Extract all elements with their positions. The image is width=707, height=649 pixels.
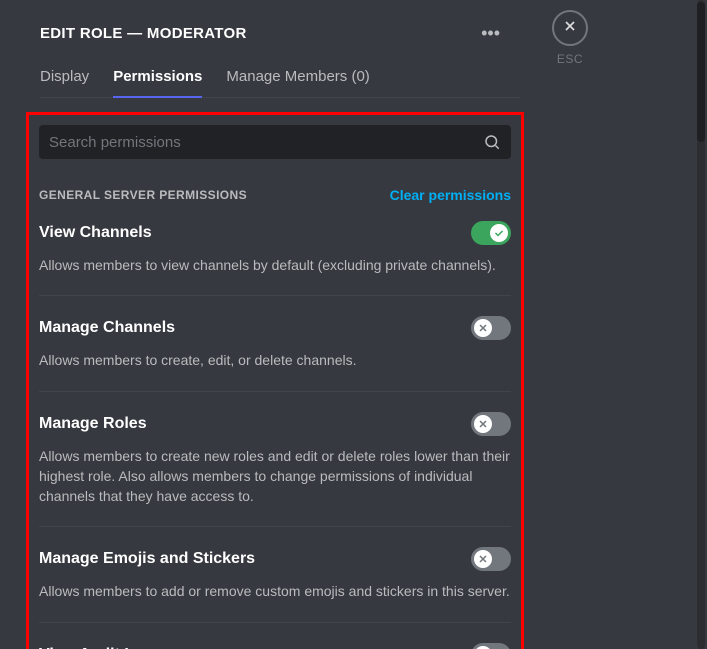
permission-title: Manage Channels: [39, 319, 175, 337]
tab-bar: Display Permissions Manage Members (0): [40, 68, 520, 98]
tab-display[interactable]: Display: [40, 68, 89, 97]
permission-title: View Channels: [39, 224, 152, 242]
scrollbar-thumb[interactable]: [697, 2, 705, 142]
esc-label: ESC: [557, 52, 583, 66]
permissions-panel: GENERAL SERVER PERMISSIONS Clear permiss…: [26, 112, 524, 649]
more-horizontal-icon: •••: [481, 23, 500, 43]
permission-row: Manage Emojis and Stickers Allows member…: [39, 547, 511, 622]
permission-toggle[interactable]: [471, 316, 511, 340]
clear-permissions-link[interactable]: Clear permissions: [390, 187, 511, 203]
check-icon: [490, 224, 508, 242]
permission-description: Allows members to create, edit, or delet…: [39, 350, 511, 370]
close-icon: [474, 415, 492, 433]
permission-toggle[interactable]: [471, 547, 511, 571]
permission-toggle[interactable]: [471, 412, 511, 436]
tab-manage-members[interactable]: Manage Members (0): [226, 68, 369, 97]
search-input[interactable]: [49, 134, 483, 151]
close-icon: [474, 550, 492, 568]
permission-toggle[interactable]: [471, 643, 511, 649]
permission-row: View Channels Allows members to view cha…: [39, 221, 511, 296]
section-title: GENERAL SERVER PERMISSIONS: [39, 188, 247, 202]
permission-row: Manage Roles Allows members to create ne…: [39, 412, 511, 528]
permission-title: Manage Emojis and Stickers: [39, 550, 255, 568]
search-icon: [483, 133, 501, 151]
permission-description: Allows members to view channels by defau…: [39, 255, 511, 275]
close-icon: [474, 319, 492, 337]
tab-permissions[interactable]: Permissions: [113, 68, 202, 97]
more-options-button[interactable]: •••: [473, 20, 508, 46]
permission-toggle[interactable]: [471, 221, 511, 245]
close-button[interactable]: [552, 10, 588, 46]
permission-description: Allows members to create new roles and e…: [39, 446, 511, 507]
permission-row: Manage Channels Allows members to create…: [39, 316, 511, 391]
page-title: EDIT ROLE — MODERATOR: [40, 25, 247, 42]
search-wrapper: [39, 125, 511, 159]
permission-description: Allows members to add or remove custom e…: [39, 581, 511, 601]
permission-title: Manage Roles: [39, 415, 147, 433]
close-icon: [562, 18, 578, 39]
permission-row: View Audit Log: [39, 643, 511, 649]
